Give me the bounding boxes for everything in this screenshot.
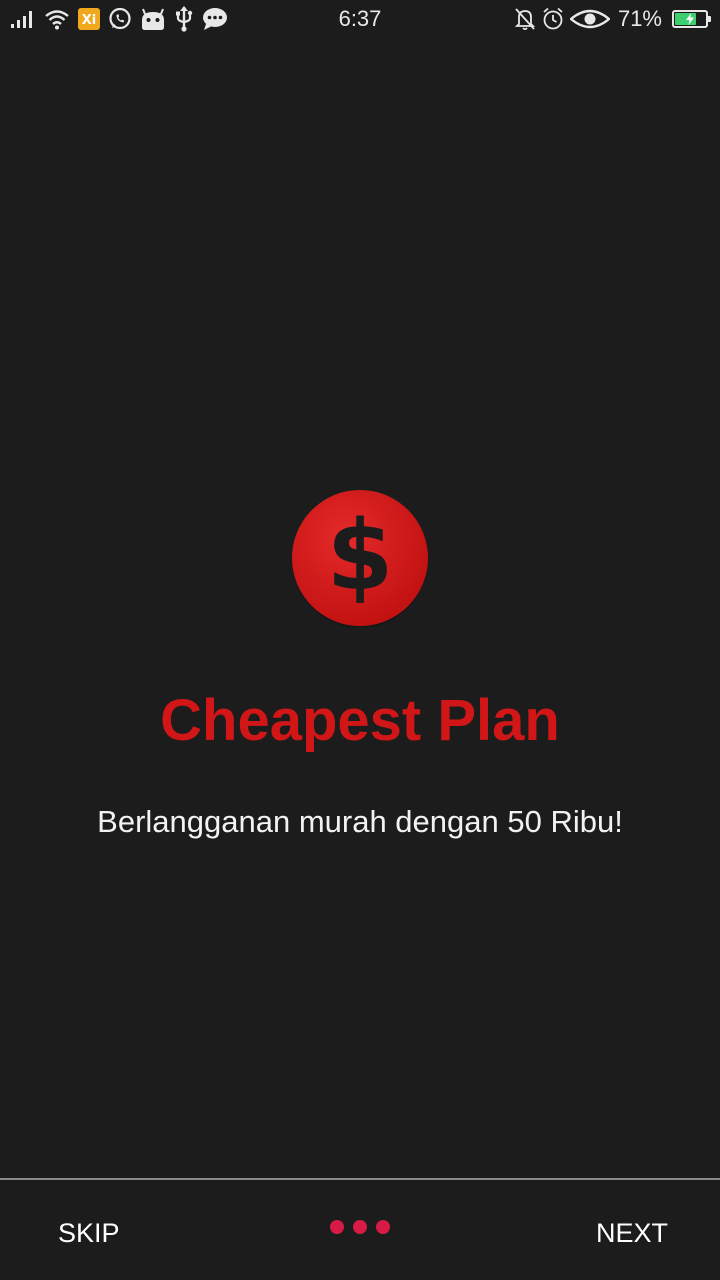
svg-text:$: $ <box>327 500 394 612</box>
page-dot <box>376 1220 390 1234</box>
wifi-icon <box>44 8 70 30</box>
status-icons-right: 71% <box>514 5 711 33</box>
dollar-coin-icon: $ <box>290 488 430 628</box>
eye-icon <box>569 7 610 31</box>
charging-bolt-icon <box>674 12 706 26</box>
onboarding-description: Berlangganan murah dengan 50 Ribu! <box>97 804 623 839</box>
alarm-icon <box>542 7 564 31</box>
signal-icon <box>10 9 36 29</box>
next-button[interactable]: NEXT <box>596 1210 668 1256</box>
onboarding-title: Cheapest Plan <box>160 688 560 753</box>
xi-app-icon: Xi <box>78 8 100 30</box>
page-dot <box>330 1220 344 1234</box>
status-bar: Xi 6:37 71% <box>0 0 720 38</box>
onboarding-navigation: SKIP NEXT <box>0 1180 720 1280</box>
usb-icon <box>174 6 194 32</box>
android-icon <box>140 7 166 31</box>
chat-icon <box>202 7 228 31</box>
page-dot <box>353 1220 367 1234</box>
svg-text:Xi: Xi <box>82 13 96 28</box>
battery-percent: 71% <box>617 6 662 31</box>
status-icons-left: Xi <box>10 5 228 33</box>
bell-off-icon <box>514 7 536 31</box>
whatsapp-icon <box>108 7 132 31</box>
battery-icon <box>672 10 711 28</box>
